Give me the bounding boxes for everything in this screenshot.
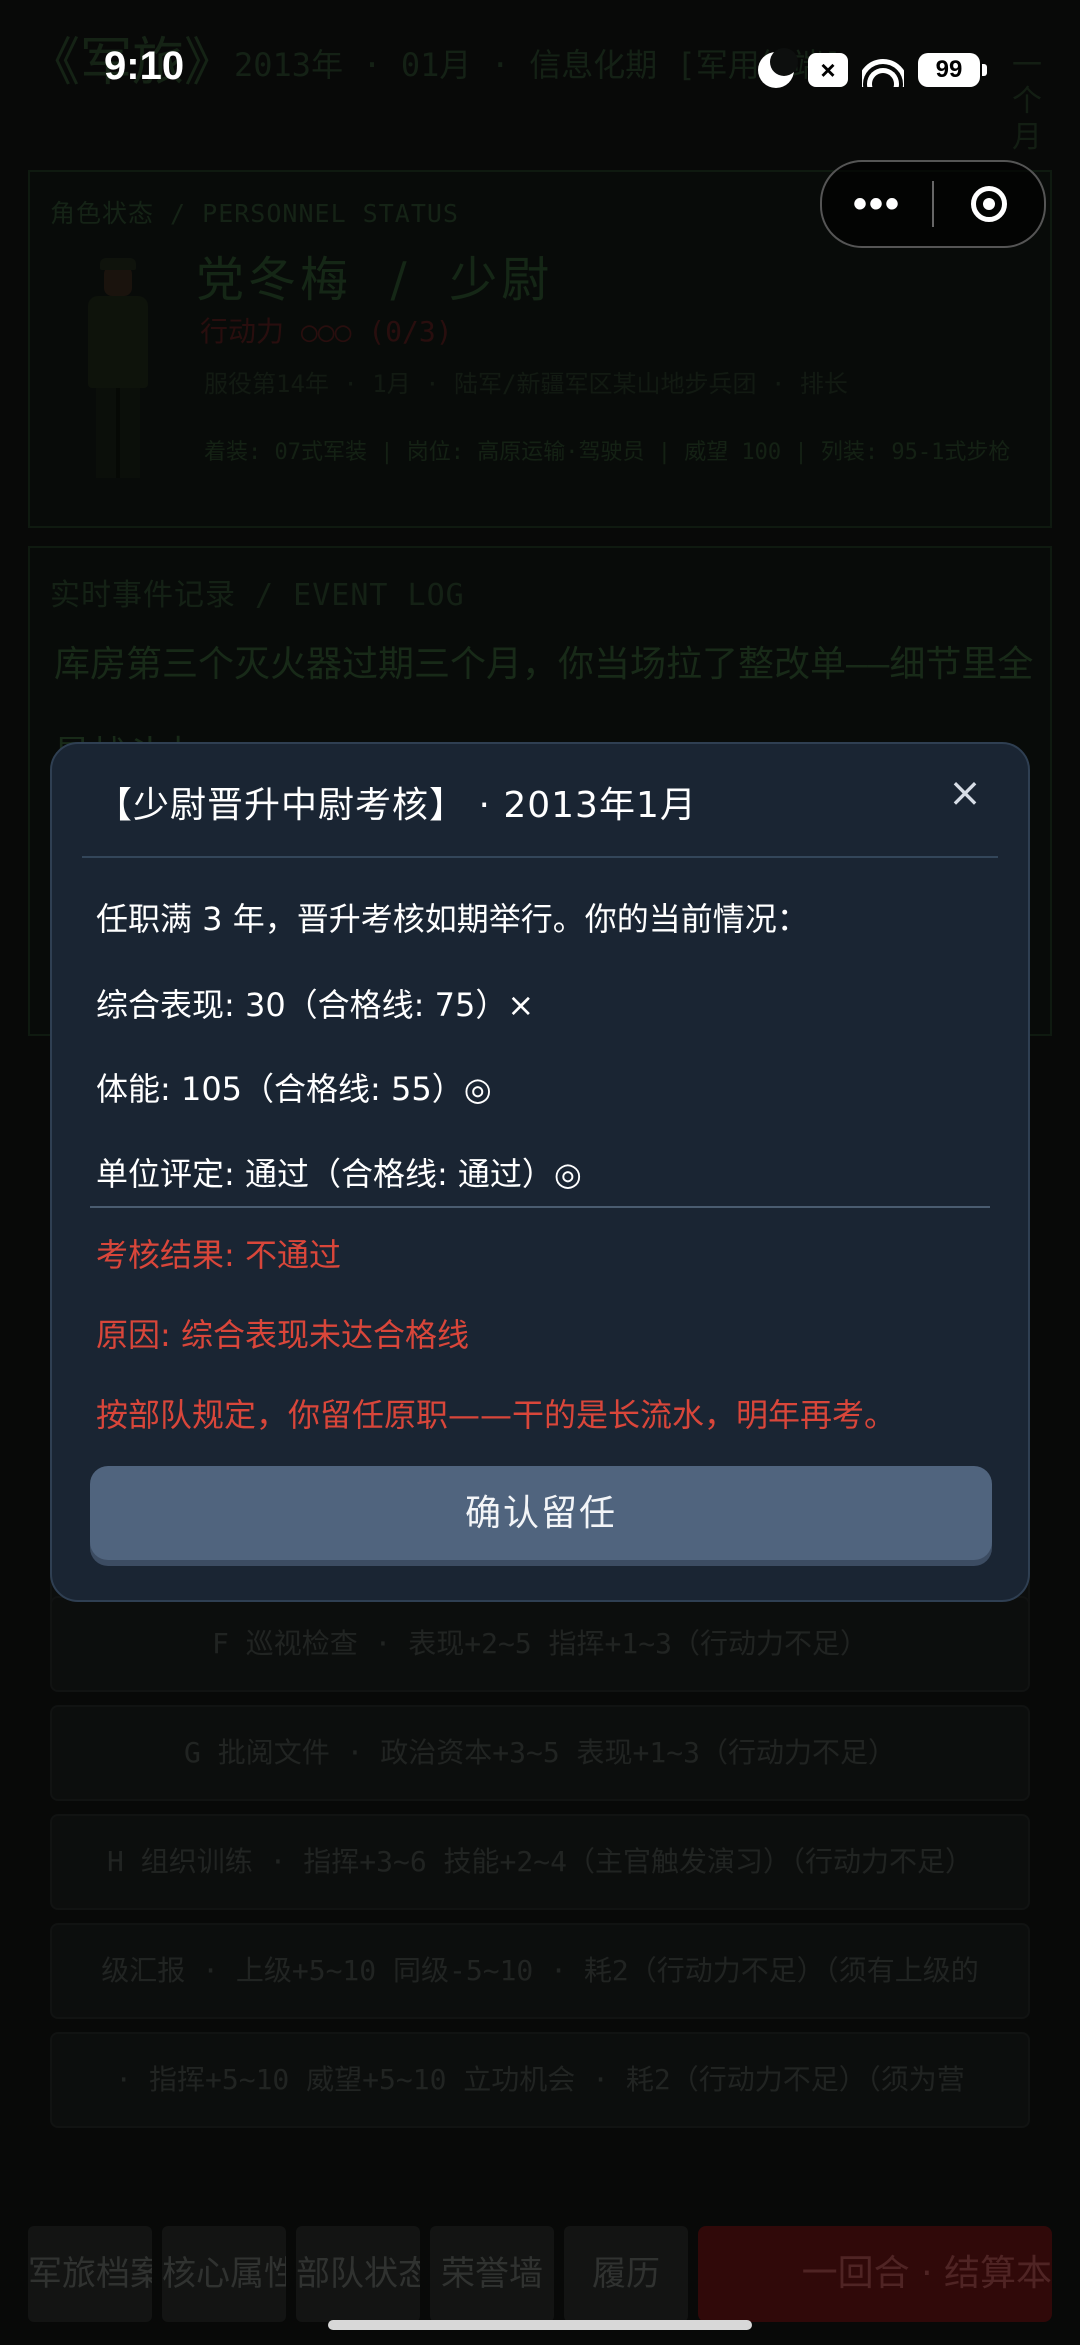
unit-evaluation-row: 单位评定: 通过（合格线: 通过）◎ <box>96 1155 582 1193</box>
more-icon[interactable]: ••• <box>822 182 932 227</box>
name-rank: 党冬梅 / 少尉 <box>196 252 554 308</box>
end-turn-button[interactable]: 一回合 · 结算本 <box>698 2226 1052 2322</box>
action-item[interactable]: · 指挥+5~10 威望+5~10 立功机会 · 耗2（行动力不足）（须为营 <box>50 2032 1030 2128</box>
soldier-avatar <box>78 258 158 488</box>
wifi-icon <box>862 53 904 87</box>
gear-info: 着装: 07式军装 | 岗位: 高原运输·驾驶员 | 威望 100 | 列装: … <box>204 440 1011 465</box>
clock: 9:10 <box>104 44 185 88</box>
service-info: 服役第14年 · 1月 · 陆军/新疆军区某山地步兵团 · 排长 <box>204 370 848 398</box>
exam-result: 考核结果: 不通过 <box>96 1236 341 1274</box>
divider <box>82 856 998 858</box>
close-badge-icon: × <box>808 53 848 87</box>
close-icon[interactable]: × <box>942 770 988 816</box>
close-miniprogram-button[interactable] <box>934 186 1044 222</box>
tab-core-attributes[interactable]: 核心属性 <box>162 2226 286 2322</box>
promotion-exam-dialog: 【少尉晋升中尉考核】 · 2013年1月 × 任职满 3 年，晋升考核如期举行。… <box>50 742 1030 1602</box>
bottom-tab-bar: 军旅档案 核心属性 部队状态 荣誉墙 履历 一回合 · 结算本 <box>28 2226 1052 2322</box>
target-icon <box>971 186 1007 222</box>
action-list: F 巡视检查 · 表现+2~5 指挥+1~3（行动力不足） G 批阅文件 · 政… <box>50 1596 1030 2141</box>
fitness-row: 体能: 105（合格线: 55）◎ <box>96 1070 492 1108</box>
action-points: 行动力 ○○○ (0/3) <box>200 315 453 348</box>
tab-unit-status[interactable]: 部队状态 <box>296 2226 420 2322</box>
action-item[interactable]: 级汇报 · 上级+5~10 同级-5~10 · 耗2（行动力不足）（须有上级的 <box>50 1923 1030 2019</box>
action-item[interactable]: H 组织训练 · 指挥+3~6 技能+2~4（主官触发演习）（行动力不足） <box>50 1814 1030 1910</box>
regulation-note: 按部队规定，你留任原职——干的是长流水，明年再考。 <box>96 1396 897 1434</box>
home-indicator[interactable] <box>328 2320 752 2330</box>
battery-icon: 99 <box>918 53 987 87</box>
system-status-bar: 9:10 × 99 <box>0 0 1080 150</box>
moon-icon <box>758 48 798 88</box>
tab-resume[interactable]: 履历 <box>564 2226 688 2322</box>
panel-label: 实时事件记录 / EVENT LOG <box>50 578 465 613</box>
overall-performance-row: 综合表现: 30（合格线: 75）× <box>96 986 535 1024</box>
status-icons: × 99 <box>758 48 987 90</box>
miniprogram-capsule[interactable]: ••• <box>820 160 1046 248</box>
intro-text: 任职满 3 年，晋升考核如期举行。你的当前情况： <box>96 900 809 938</box>
action-item[interactable]: G 批阅文件 · 政治资本+3~5 表现+1~3（行动力不足） <box>50 1705 1030 1801</box>
panel-label: 角色状态 / PERSONNEL STATUS <box>50 199 459 228</box>
fail-reason: 原因: 综合表现未达合格线 <box>96 1316 469 1354</box>
tab-archive[interactable]: 军旅档案 <box>28 2226 152 2322</box>
confirm-stay-button[interactable]: 确认留任 <box>90 1466 992 1560</box>
divider <box>90 1206 990 1208</box>
action-item[interactable]: F 巡视检查 · 表现+2~5 指挥+1~3（行动力不足） <box>50 1596 1030 1692</box>
tab-honor-wall[interactable]: 荣誉墙 <box>430 2226 554 2322</box>
dialog-title: 【少尉晋升中尉考核】 · 2013年1月 <box>96 785 697 826</box>
